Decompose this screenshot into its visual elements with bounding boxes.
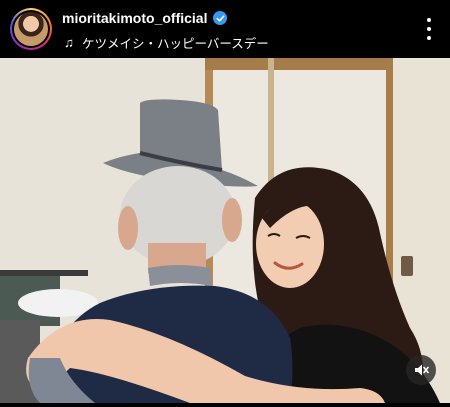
music-note-icon: ♫ xyxy=(64,35,74,50)
verified-badge-icon xyxy=(213,11,228,25)
username-row: mioritakimoto_official xyxy=(62,10,228,26)
post-photo[interactable] xyxy=(0,58,450,403)
volume-muted-icon xyxy=(415,364,429,376)
more-options-icon xyxy=(427,18,431,22)
audio-title: ケツメイシ・ハッピーバースデー xyxy=(82,37,269,51)
bottom-edge xyxy=(0,403,450,407)
photo-illustration xyxy=(0,58,450,403)
profile-avatar[interactable] xyxy=(10,8,52,50)
mute-toggle-button[interactable] xyxy=(406,355,436,385)
audio-link[interactable]: ♫ ケツメイシ・ハッピーバースデー xyxy=(62,33,269,52)
avatar-image xyxy=(14,12,48,46)
more-options-button[interactable] xyxy=(422,18,436,40)
post-header: mioritakimoto_official ♫ ケツメイシ・ハッピーバースデー xyxy=(0,0,450,58)
username-link[interactable]: mioritakimoto_official xyxy=(62,10,207,26)
